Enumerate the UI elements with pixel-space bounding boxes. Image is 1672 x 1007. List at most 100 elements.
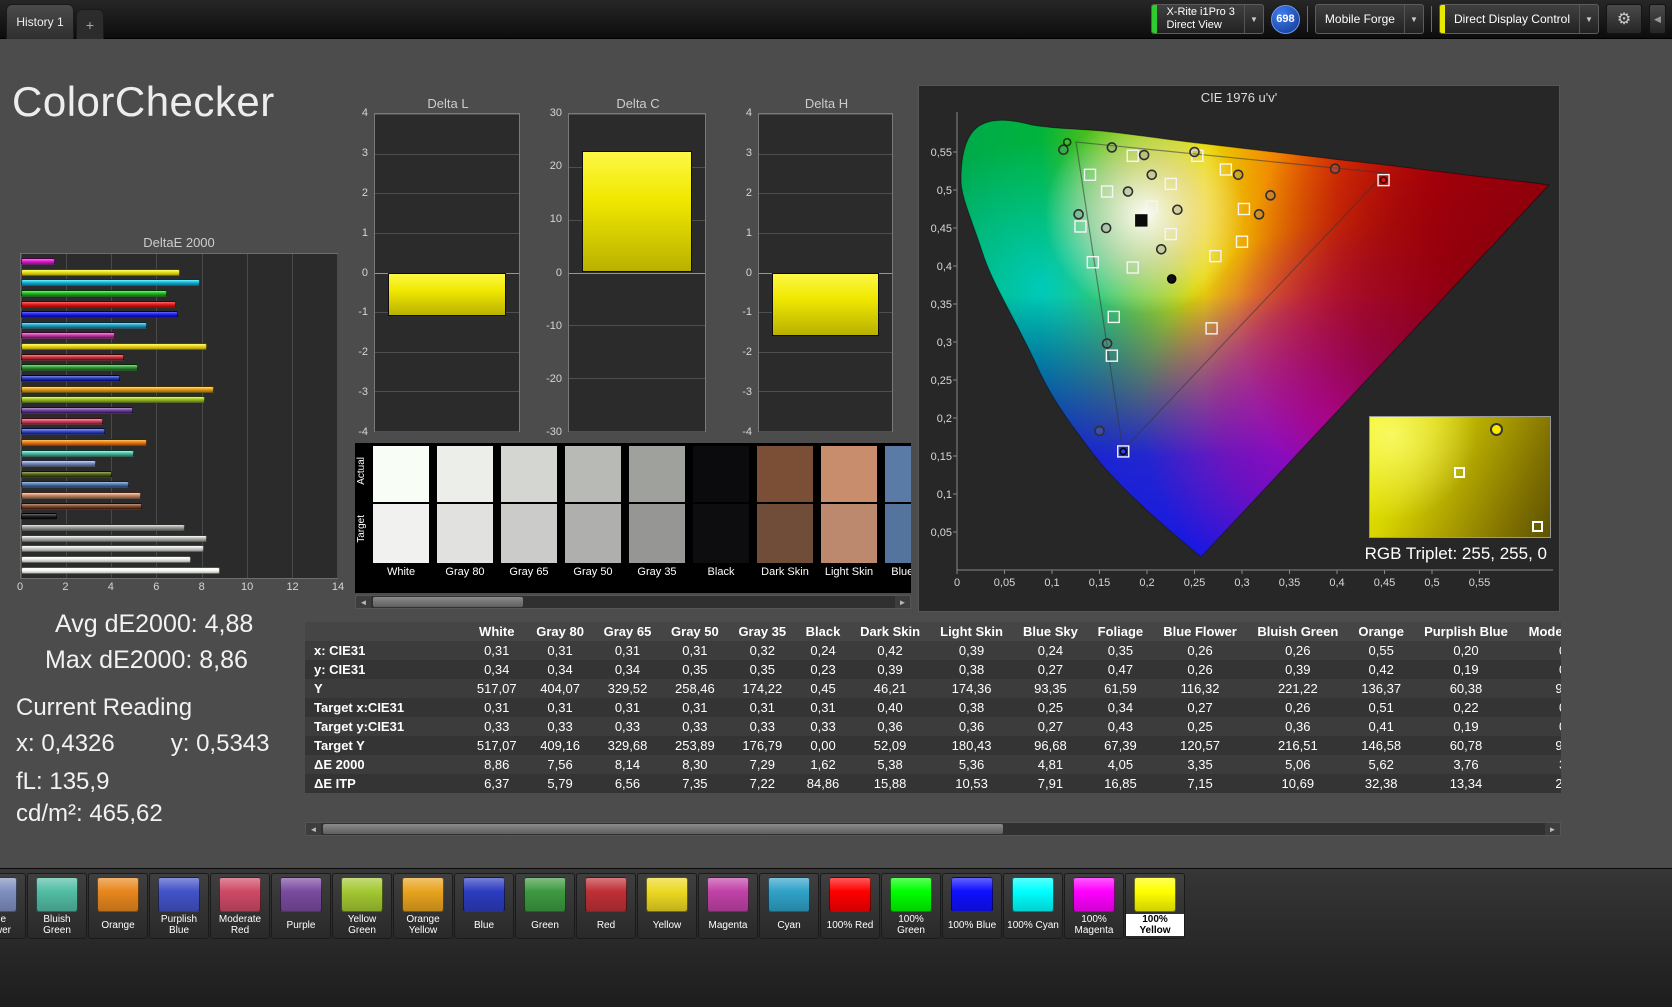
deltae-bar-purple [21,406,134,414]
table-cell: 0,36 [877,719,903,734]
table-cell: 329,52 [607,681,648,696]
tab-history-1[interactable]: History 1 [6,4,74,39]
scrollbar-thumb[interactable] [323,824,1003,834]
meter-name: X-Rite i1Pro 3 Direct View [1166,6,1235,31]
table-cell: 174,22 [742,681,783,696]
chevron-down-icon[interactable]: ▼ [1579,5,1598,33]
source-dropdown[interactable]: Mobile Forge ▼ [1314,4,1424,34]
swatch-column-gray-35: Gray 35 [625,443,689,593]
settings-button[interactable]: ⚙ [1606,4,1642,34]
patch-button-orange-yellow[interactable]: Orange Yellow [393,873,453,939]
table-cell: 0,20 [1453,643,1479,658]
cie-diagram-panel: CIE 1976 u'v' 0 0,05 0,1 0,15 0,2 0,25 0… [918,85,1560,612]
table-cell: 0,24 [1037,643,1064,658]
column-header: Bluish Green [1247,622,1349,641]
axis-tick-label: 0,45 [1374,577,1395,589]
column-header: Gray 35 [728,622,796,641]
table-cell: 0,26 [1187,662,1213,677]
y-tick-label: -30 [546,426,562,438]
axis-tick-label: 0,1 [1044,577,1059,589]
measured-marker [1232,169,1244,181]
patch-button-100-green[interactable]: 100% Green [881,873,941,939]
patch-button-green[interactable]: Green [515,873,575,939]
patch-button-cyan[interactable]: Cyan [759,873,819,939]
target-swatch [565,504,621,563]
current-y: y: 0,5343 [170,730,270,757]
table-cell: 0,39 [1285,662,1311,677]
top-bar: History 1 + X-Rite i1Pro 3 Direct View ▼… [0,0,1672,39]
scroll-right-button[interactable]: ► [1545,823,1560,835]
table-cell: 0,36 [958,719,985,734]
table-row: Y 517,07 404,07 329,52 258,46 174,22 0,45 46,21… [305,679,1561,698]
patch-button-magenta[interactable]: Magenta [698,873,758,939]
meter-dropdown[interactable]: X-Rite i1Pro 3 Direct View ▼ [1151,4,1264,34]
patch-button-moderate-red[interactable]: Moderate Red [210,873,270,939]
chevron-down-icon[interactable]: ▼ [1403,5,1423,33]
table-cell: 0,45 [810,681,836,696]
rgb-triplet-label: RGB Triplet: 255, 255, 0 [1364,544,1547,563]
scroll-left-button[interactable]: ◄ [356,596,371,608]
patch-label: 100% Cyan [1007,919,1059,931]
scroll-right-button[interactable]: ► [895,596,910,608]
table-cell: 67,39 [1104,738,1137,753]
y-tick-label: 3 [745,146,752,159]
table-header-row: White Gray 80 Gray 65 Gray 50 Gray 35 Black Da… [305,622,1561,641]
chevron-down-icon[interactable]: ▼ [1243,5,1263,33]
patch-button-yellow-green[interactable]: Yellow Green [332,873,392,939]
patch-swatch [219,877,261,912]
swatch-scrollbar[interactable]: ◄ ► [355,595,911,609]
column-header: Light Skin [930,622,1014,641]
patch-label: Yellow Green [347,914,377,936]
y-tick-label: 2 [361,186,368,199]
patch-swatch [1012,877,1054,912]
current-reading-title: Current Reading [16,694,193,721]
table-cell: 4,81 [1037,757,1064,772]
patch-button-100-yellow[interactable]: 100% Yellow [1125,873,1185,939]
add-tab-button[interactable]: + [76,9,104,39]
table-cell: 329,68 [607,738,648,753]
table-cell: 7,35 [682,776,708,791]
patch-button-blue-flower[interactable]: Blue Flower [0,873,26,939]
table-scrollbar[interactable]: ◄ ► [305,822,1561,836]
patch-swatch [829,877,871,912]
patch-button-purple[interactable]: Purple [271,873,331,939]
patch-button-bluish-green[interactable]: Bluish Green [27,873,87,939]
table-cell: 0,00 [810,738,836,753]
patch-label: 100% Green [897,914,925,936]
scroll-left-button[interactable]: ◄ [306,823,321,835]
scrollbar-track[interactable] [321,823,1545,835]
patch-button-purplish-blue[interactable]: Purplish Blue [149,873,209,939]
swatch-label: Light Skin [824,566,874,578]
collapse-panel-button[interactable]: ◀ [1649,4,1666,34]
current-cdm2: cd/m²: 465,62 [16,800,163,827]
table-cell: 0,42 [1368,662,1394,677]
patch-button-red[interactable]: Red [576,873,636,939]
table-cell: 0,35 [682,662,708,677]
deltae-bar-orange [21,438,148,446]
patch-swatch [1073,877,1115,912]
display-control-dropdown[interactable]: Direct Display Control ▼ [1438,4,1599,34]
axis-tick-label: 0,5 [1424,577,1439,589]
patch-button-orange[interactable]: Orange [88,873,148,939]
deltae-bar-white [21,566,220,574]
x-tick-label: 10 [241,581,254,593]
table-cell: 8,86 [484,757,510,772]
patch-button-100-red[interactable]: 100% Red [820,873,880,939]
patch-button-100-blue[interactable]: 100% Blue [942,873,1002,939]
measured-marker [1138,149,1150,161]
scrollbar-track[interactable] [371,596,895,608]
patch-label: Green [531,919,559,931]
table-cell: 0,47 [1107,662,1134,677]
plus-icon: + [85,16,95,33]
patch-button-yellow[interactable]: Yellow [637,873,697,939]
swatch-label: Black [707,566,735,578]
axis-tick-label: 0,15 [1089,577,1110,589]
table-cell: 3,76 [1453,757,1479,772]
patch-button-100-magenta[interactable]: 100% Magenta [1064,873,1124,939]
axis-tick-label: 0,3 [1234,577,1249,589]
patch-button-100-cyan[interactable]: 100% Cyan [1003,873,1063,939]
scrollbar-thumb[interactable] [373,597,523,607]
target-swatch [693,504,749,563]
patch-button-blue[interactable]: Blue [454,873,514,939]
x-tick-label: 12 [286,581,299,593]
